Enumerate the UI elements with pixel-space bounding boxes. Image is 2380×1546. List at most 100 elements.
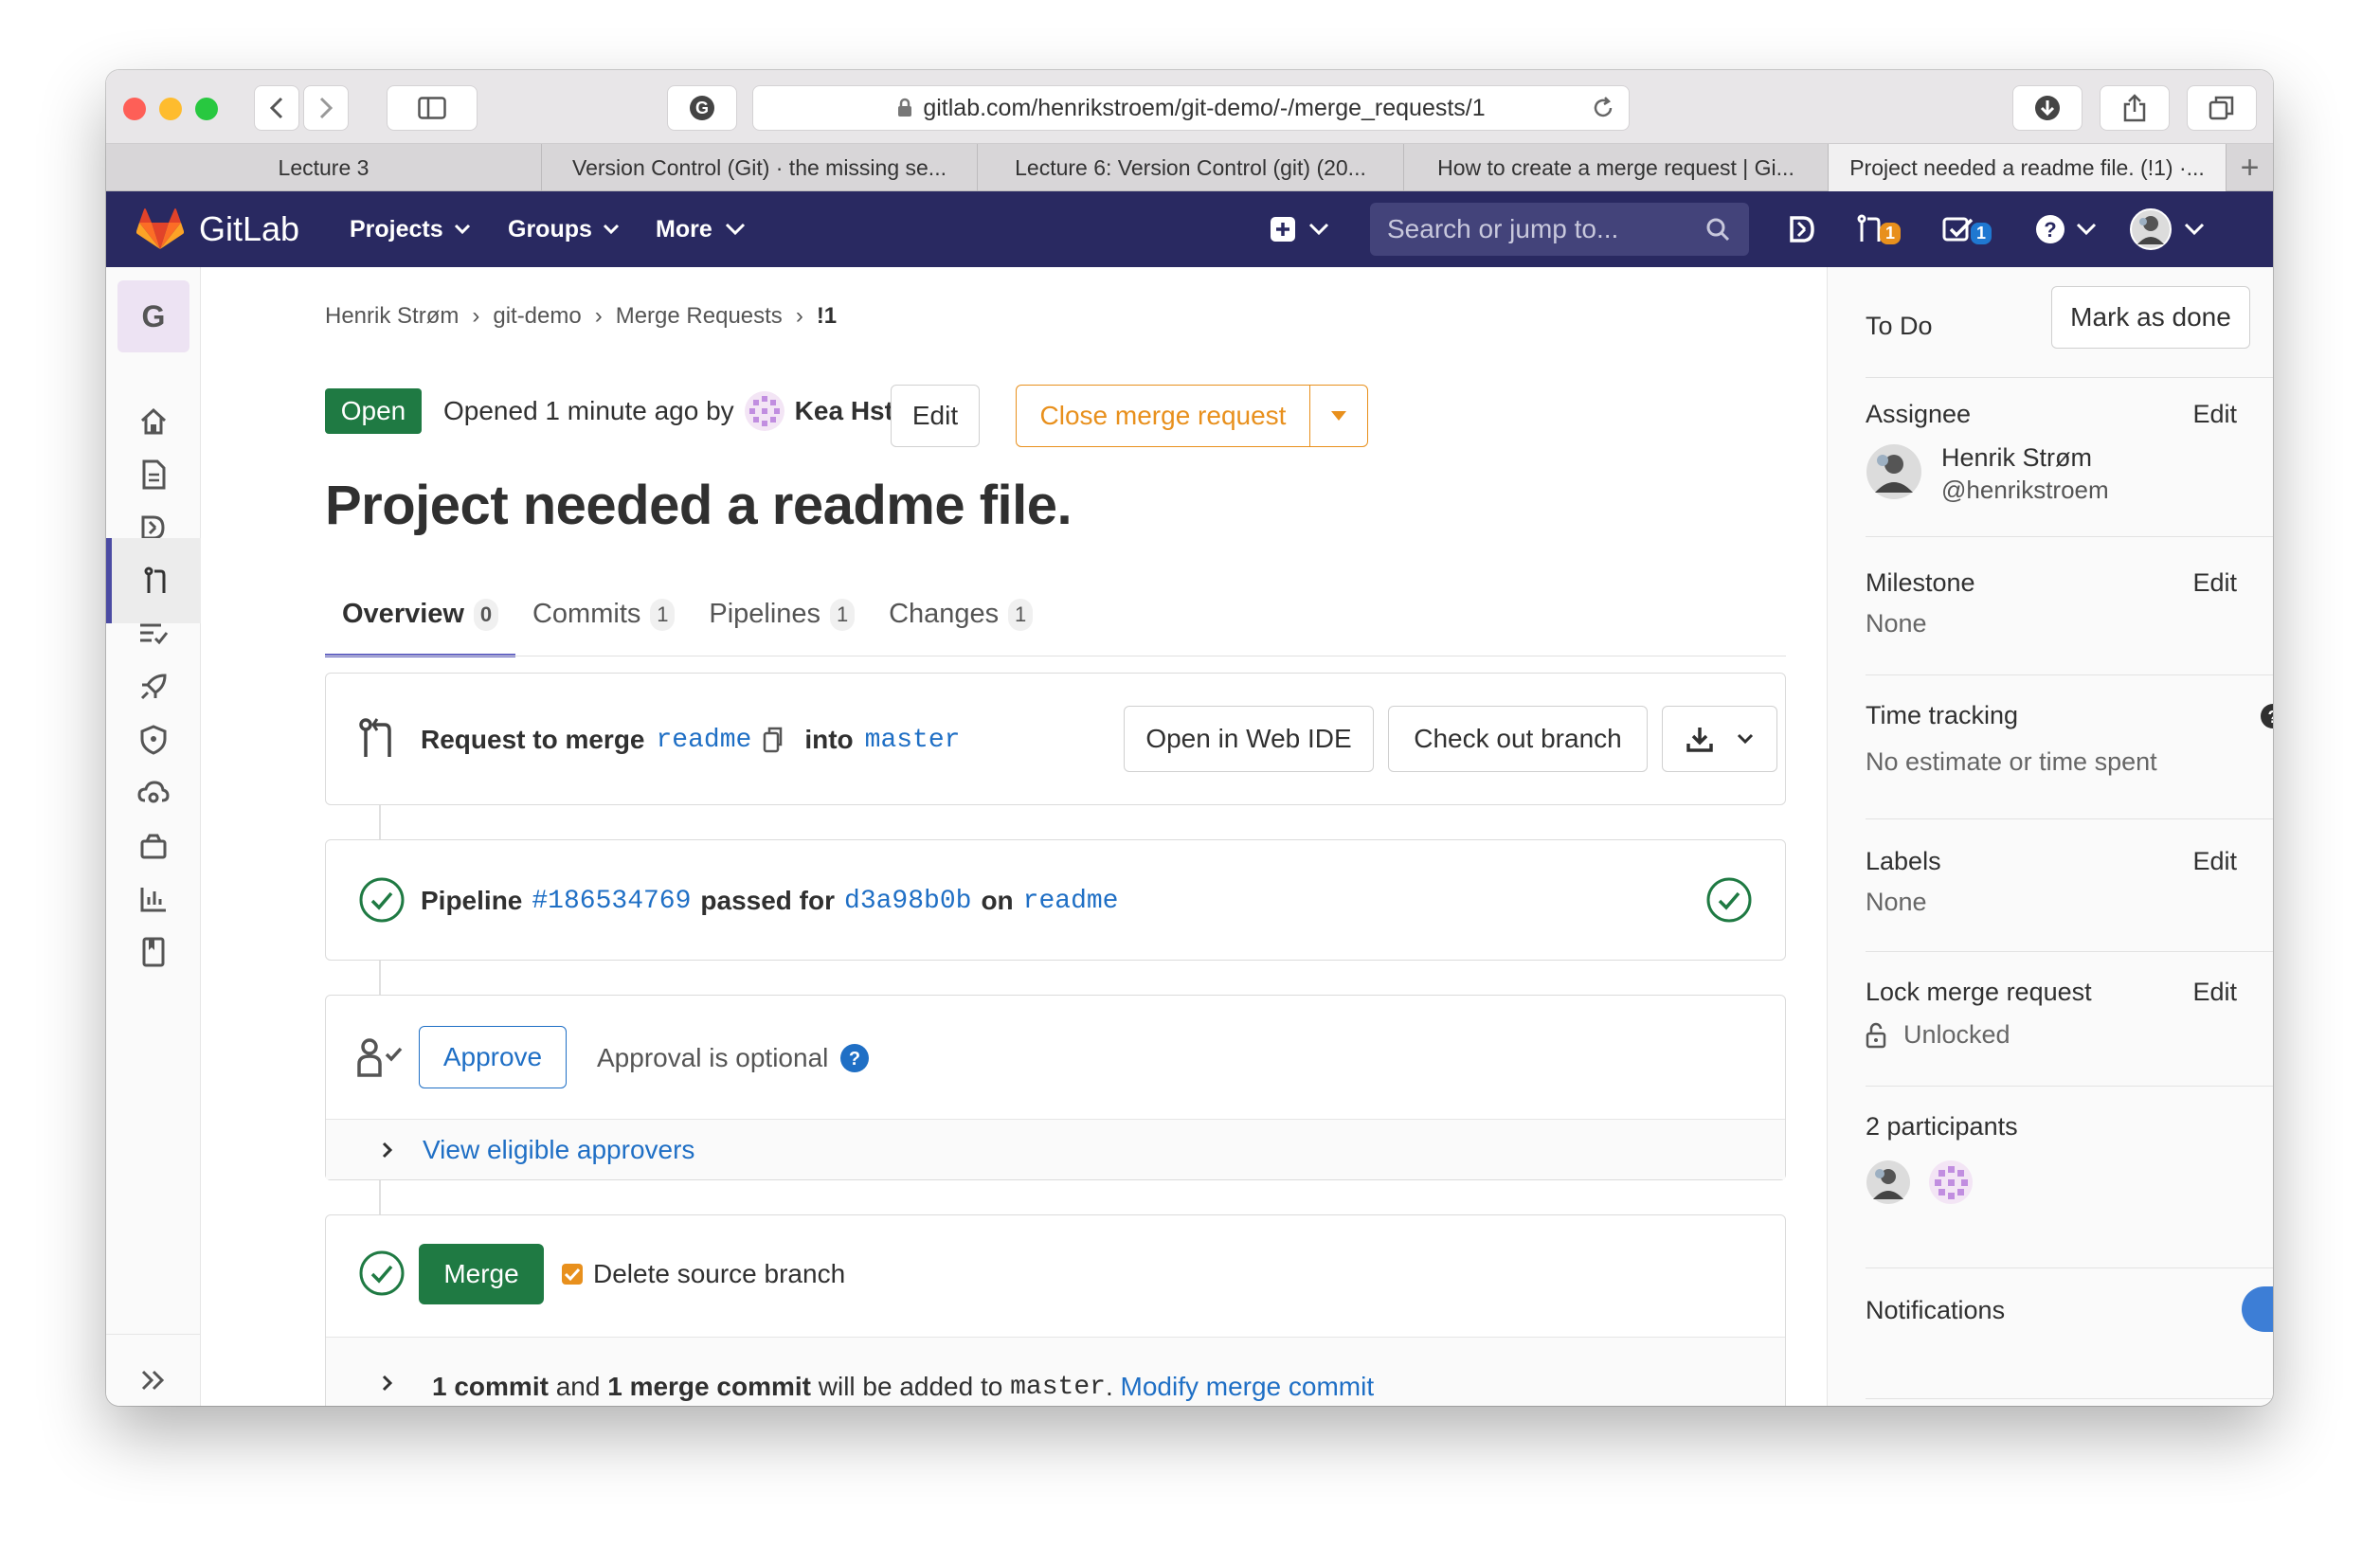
view-approvers-link[interactable]: View eligible approvers <box>423 1135 694 1165</box>
tab-overview-button[interactable] <box>2187 85 2257 131</box>
commit-sha-link[interactable]: d3a98b0b <box>844 887 971 916</box>
chevron-right-icon[interactable] <box>381 1374 394 1393</box>
share-button[interactable] <box>2100 85 2170 131</box>
issues-nav-button[interactable] <box>1787 191 1817 267</box>
groups-menu[interactable]: Groups <box>508 191 621 267</box>
assignee-name[interactable]: Henrik Strøm <box>1941 443 2092 473</box>
bar-chart-icon <box>140 888 166 912</box>
search-input[interactable]: Search or jump to... <box>1370 203 1749 256</box>
grammarly-extension-button[interactable]: G <box>667 85 737 131</box>
pipeline-stage-success-icon[interactable] <box>1705 876 1753 924</box>
tab-changes[interactable]: Changes 1 <box>872 585 1050 657</box>
browser-tab-active[interactable]: Project needed a readme file. (!1) ·... <box>1829 144 2227 191</box>
approve-button[interactable]: Approve <box>419 1026 567 1088</box>
assignee-avatar[interactable] <box>1866 443 1922 500</box>
assignee-handle: @henrikstroem <box>1941 476 2109 504</box>
browser-tab[interactable]: How to create a merge request | Gi... <box>1404 144 1829 191</box>
breadcrumb-item[interactable]: git-demo <box>493 303 581 330</box>
search-placeholder: Search or jump to... <box>1387 214 1619 243</box>
delete-source-branch-option[interactable]: Delete source branch <box>561 1253 845 1295</box>
minimize-window-button[interactable] <box>159 98 182 120</box>
status-success-icon[interactable] <box>358 876 406 924</box>
gitlab-home-link[interactable]: GitLab <box>136 191 299 267</box>
new-dropdown-button[interactable] <box>1270 191 1330 267</box>
target-branch-link[interactable]: master <box>865 726 961 755</box>
merge-button[interactable]: Merge <box>419 1244 544 1304</box>
participant-avatar[interactable] <box>1866 1160 1911 1205</box>
browser-tab[interactable]: Lecture 6: Version Control (git) (20... <box>978 144 1404 191</box>
open-in-web-ide-button[interactable]: Open in Web IDE <box>1124 706 1374 772</box>
close-options-dropdown[interactable] <box>1310 386 1367 446</box>
question-circle-icon[interactable]: ? <box>839 1043 870 1073</box>
projects-menu[interactable]: Projects <box>350 191 472 267</box>
request-to-merge-text: Request to merge readme into master <box>421 719 960 761</box>
tab-commits[interactable]: Commits 1 <box>515 585 692 657</box>
checkbox-checked-icon[interactable] <box>561 1263 584 1285</box>
sidebar-icon <box>418 97 446 119</box>
labels-value: None <box>1866 888 1927 916</box>
project-avatar[interactable]: G <box>117 280 189 352</box>
todos-nav-button[interactable]: 1 <box>1942 191 1992 267</box>
lock-edit-link[interactable]: Edit <box>2192 978 2237 1007</box>
author-name[interactable]: Kea Hstr <box>795 396 904 426</box>
approval-optional-text: Approval is optional <box>597 1043 829 1072</box>
page-title: Project needed a readme file. <box>325 475 1073 536</box>
modify-merge-commit-link[interactable]: Modify merge commit <box>1121 1372 1375 1402</box>
breadcrumb: Henrik Strøm › git-demo › Merge Requests… <box>325 303 837 330</box>
download-icon <box>1686 728 1713 752</box>
forward-button[interactable] <box>303 85 349 131</box>
view-approvers-row[interactable]: View eligible approvers <box>326 1119 1785 1179</box>
help-icon[interactable]: ? <box>2260 703 2273 729</box>
pipeline-id-link[interactable]: #186534769 <box>532 887 691 916</box>
browser-tab[interactable]: Version Control (Git) · the missing se..… <box>542 144 978 191</box>
merge-request-icon <box>359 718 391 757</box>
help-menu[interactable]: ? <box>2035 191 2098 267</box>
copy-branch-icon[interactable] <box>763 726 784 754</box>
merge-requests-nav-button[interactable]: 1 <box>1855 191 1902 267</box>
sidebar-item-wiki[interactable] <box>106 909 201 995</box>
on-word: on <box>981 886 1014 915</box>
address-bar[interactable]: gitlab.com/henrikstroem/git-demo/-/merge… <box>752 85 1630 131</box>
tab-overview[interactable]: Overview 0 <box>325 585 515 657</box>
pipeline-branch-link[interactable]: readme <box>1023 887 1119 916</box>
target-branch-mono: master <box>1010 1372 1106 1402</box>
tab-count: 1 <box>830 599 856 631</box>
breadcrumb-item[interactable]: Henrik Strøm <box>325 303 459 330</box>
user-menu[interactable] <box>2130 191 2206 267</box>
section-divider <box>1866 377 2273 378</box>
zoom-window-button[interactable] <box>195 98 218 120</box>
close-merge-request-button[interactable]: Close merge request <box>1017 386 1310 446</box>
close-window-button[interactable] <box>123 98 146 120</box>
new-tab-button[interactable]: + <box>2227 144 2273 191</box>
tab-pipelines[interactable]: Pipelines 1 <box>692 585 872 657</box>
author-avatar[interactable] <box>744 390 785 432</box>
reload-icon[interactable] <box>1591 96 1615 120</box>
breadcrumb-item-current[interactable]: !1 <box>817 303 837 330</box>
check-out-branch-button[interactable]: Check out branch <box>1388 706 1648 772</box>
commit-count: 1 commit <box>432 1372 549 1401</box>
mark-as-done-button[interactable]: Mark as done <box>2051 286 2250 349</box>
tab-label: Changes <box>889 599 1000 629</box>
milestone-edit-link[interactable]: Edit <box>2192 568 2237 598</box>
source-branch-link[interactable]: readme <box>657 726 752 755</box>
back-button[interactable] <box>254 85 299 131</box>
download-dropdown-button[interactable] <box>1662 706 1777 772</box>
downloads-button[interactable] <box>2012 85 2082 131</box>
lock-status: Unlocked <box>1866 1020 2273 1050</box>
tab-count: 1 <box>1008 599 1034 631</box>
sidebar-toggle-button[interactable] <box>387 85 478 131</box>
tab-label: Pipelines <box>709 599 821 629</box>
browser-tab[interactable]: Lecture 3 <box>106 144 542 191</box>
collapse-sidebar-button[interactable] <box>106 1338 201 1406</box>
request-prefix: Request to merge <box>421 725 645 754</box>
assignee-edit-link[interactable]: Edit <box>2192 400 2237 429</box>
pipeline-status-text: Pipeline #186534769 passed for d3a98b0b … <box>421 880 1118 922</box>
period: . <box>1105 1372 1113 1401</box>
more-menu[interactable]: More <box>656 191 747 267</box>
labels-edit-link[interactable]: Edit <box>2192 847 2237 876</box>
edit-button[interactable]: Edit <box>891 385 980 447</box>
participant-avatar[interactable] <box>1928 1160 1974 1205</box>
time-tracking-section: Time tracking No estimate or time spent <box>1866 701 2273 777</box>
breadcrumb-item[interactable]: Merge Requests <box>616 303 783 330</box>
participants-section: 2 participants <box>1866 1112 2273 1142</box>
